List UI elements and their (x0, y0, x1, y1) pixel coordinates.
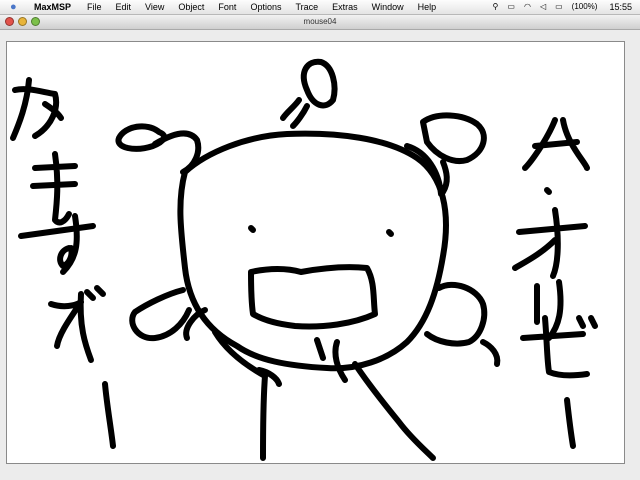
apple-icon[interactable]: ● (10, 0, 17, 14)
character-drawing (115, 58, 501, 461)
menu-app-name[interactable]: MaxMSP (34, 0, 71, 14)
menu-help[interactable]: Help (418, 0, 437, 14)
status-menus: ⚲ ▭ ◠ ◁ ▭ (100%) 15:55 (484, 0, 632, 14)
spotlight-icon[interactable]: ⚲ (493, 0, 499, 14)
window-title: mouse04 (303, 17, 337, 26)
menu-bar: ● MaxMSP File Edit View Object Font Opti… (0, 0, 640, 15)
menu-trace[interactable]: Trace (295, 0, 318, 14)
battery-percent: (100%) (571, 2, 598, 11)
drawing-canvas[interactable] (6, 41, 625, 464)
volume-icon[interactable]: ◁ (540, 0, 546, 14)
window-title-bar[interactable]: mouse04 (0, 15, 640, 30)
menu-edit[interactable]: Edit (116, 0, 132, 14)
menu-extras[interactable]: Extras (332, 0, 358, 14)
menu-options[interactable]: Options (250, 0, 281, 14)
hand-drawn-sketch (10, 58, 598, 461)
menu-font[interactable]: Font (218, 0, 236, 14)
menu-window[interactable]: Window (372, 0, 404, 14)
menu-items: MaxMSP File Edit View Object Font Option… (34, 0, 450, 14)
menu-object[interactable]: Object (178, 0, 204, 14)
clock[interactable]: 15:55 (609, 0, 632, 14)
left-handwriting (10, 77, 116, 449)
right-handwriting (512, 117, 598, 449)
battery-icon[interactable]: ▭ (555, 0, 563, 14)
menu-view[interactable]: View (145, 0, 164, 14)
wifi-icon[interactable]: ◠ (524, 0, 531, 14)
menu-file[interactable]: File (87, 0, 102, 14)
display-icon[interactable]: ▭ (507, 0, 515, 14)
